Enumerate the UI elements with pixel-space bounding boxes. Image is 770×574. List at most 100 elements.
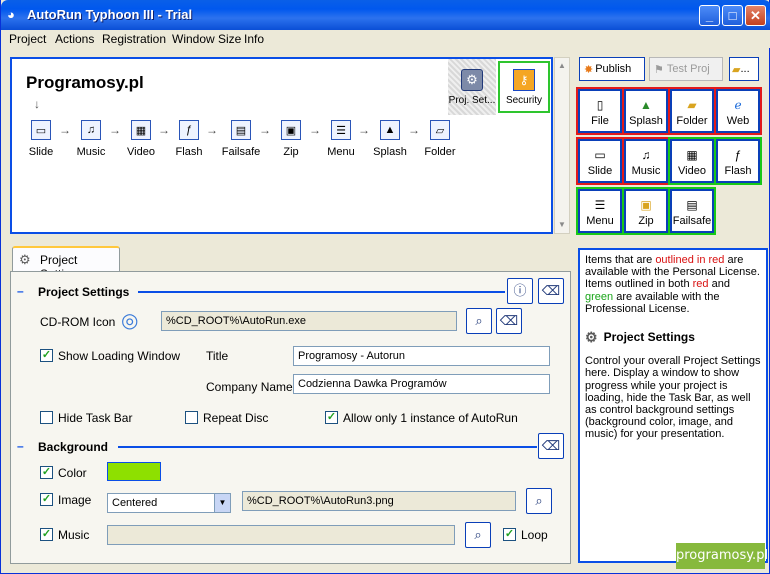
gear-icon: ⚙	[585, 329, 598, 346]
publish-button[interactable]: ✸ Publish	[579, 57, 645, 81]
magnifier-icon: ⌕	[474, 527, 482, 542]
gear-icon: ⚙	[461, 69, 483, 91]
loop-label: Loop	[521, 528, 548, 542]
chevron-down-icon[interactable]: ▼	[214, 494, 230, 512]
watermark: programosy.pl	[676, 543, 768, 569]
splash-icon: ▲	[640, 98, 652, 112]
security-node[interactable]: ⚷ Security	[498, 61, 550, 113]
music-path-field[interactable]	[107, 525, 455, 545]
video-icon: ▦	[131, 120, 151, 140]
image-mode-select[interactable]: Centered ▼	[107, 493, 231, 513]
repeat-disc-label: Repeat Disc	[203, 411, 269, 425]
info-button[interactable]: ⓘ	[507, 278, 533, 304]
tab-project-settings[interactable]: ⚙ Project Settings	[12, 246, 120, 281]
app-window: ◕ AutoRun Typhoon III - Trial _ □ ✕ Proj…	[0, 0, 770, 574]
app-icon: ◕	[7, 7, 15, 22]
failsafe-icon: ▤	[231, 120, 251, 140]
info-icon: ⓘ	[513, 283, 527, 298]
flow-scrollbar[interactable]: ▲ ▼	[554, 57, 570, 234]
flash-icon: ƒ	[179, 120, 199, 140]
section-divider	[118, 446, 537, 448]
failsafe-icon: ▤	[686, 198, 698, 212]
allow-one-instance-checkbox[interactable]: ✓	[325, 411, 338, 424]
close-button[interactable]: ✕	[745, 5, 766, 26]
eraser-icon: ⌫	[541, 438, 561, 453]
menu-project[interactable]: Project	[9, 32, 46, 46]
test-project-button[interactable]: ⚑ Test Proj	[649, 57, 723, 81]
reset-button[interactable]: ⌫	[538, 278, 564, 304]
slide-icon: ▭	[31, 120, 51, 140]
cdrom-icon-field[interactable]: %CD_ROOT%\AutoRun.exe	[161, 311, 457, 331]
eraser-icon: ⌫	[541, 283, 561, 298]
palette-failsafe[interactable]: ▤ Failsafe	[668, 187, 716, 235]
window-title: AutoRun Typhoon III - Trial	[27, 7, 193, 22]
color-checkbox[interactable]: ✓	[40, 466, 53, 479]
zip-icon: ▣	[640, 198, 652, 212]
palette-splash[interactable]: ▲ Splash	[622, 87, 670, 135]
publish-icon: ✸	[584, 63, 594, 76]
palette-menu[interactable]: ☰ Menu	[576, 187, 624, 235]
image-checkbox[interactable]: ✓	[40, 493, 53, 506]
loop-checkbox[interactable]: ✓	[503, 528, 516, 541]
image-path-field[interactable]: %CD_ROOT%\AutoRun3.png	[242, 491, 516, 511]
menu-window-size[interactable]: Window Size	[172, 32, 241, 46]
repeat-disc-checkbox[interactable]	[185, 411, 198, 424]
menu-actions[interactable]: Actions	[55, 32, 94, 46]
palette-zip[interactable]: ▣ Zip	[622, 187, 670, 235]
maximize-button[interactable]: □	[722, 5, 743, 26]
cd-icon: ◎	[121, 310, 139, 332]
hide-taskbar-checkbox[interactable]	[40, 411, 53, 424]
section-dash: –	[17, 284, 24, 298]
music-label: Music	[58, 528, 90, 542]
show-loading-label: Show Loading Window	[58, 349, 181, 363]
video-icon: ▦	[686, 148, 698, 162]
palette-slide[interactable]: ▭ Slide	[576, 137, 624, 185]
menu-registration[interactable]: Registration	[102, 32, 166, 46]
palette-web[interactable]: ℯ Web	[714, 87, 762, 135]
gear-icon: ⚙	[19, 252, 31, 267]
folder-icon: ▱	[430, 120, 450, 140]
help-panel: Items that are outlined in red are avail…	[578, 248, 768, 563]
clear-cdrom-button[interactable]: ⌫	[496, 308, 522, 334]
open-folder-button[interactable]: ▰...	[729, 57, 759, 81]
section-divider	[138, 291, 505, 293]
license-note: Items that are outlined in red are avail…	[585, 254, 760, 315]
menu-info[interactable]: Info	[244, 32, 264, 46]
section-title-background: Background	[38, 440, 109, 454]
palette-file[interactable]: ▯ File	[576, 87, 624, 135]
title-input[interactable]: Programosy - Autorun	[293, 346, 550, 366]
company-name-input[interactable]: Codzienna Dawka Programów	[293, 374, 550, 394]
section-title-project-settings: Project Settings	[38, 285, 130, 299]
palette-music[interactable]: ♫ Music	[622, 137, 670, 185]
browse-cdrom-button[interactable]: ⌕	[466, 308, 492, 334]
browse-image-button[interactable]: ⌕	[526, 488, 552, 514]
flow-title: Programosy.pl	[26, 73, 144, 92]
scroll-down-icon[interactable]: ▼	[555, 218, 569, 232]
file-icon: ▯	[596, 98, 604, 112]
palette-video[interactable]: ▦ Video	[668, 137, 716, 185]
background-reset-button[interactable]: ⌫	[538, 433, 564, 459]
project-flow-canvas: Programosy.pl ↓ ▭ Slide → ♫ Music → ▦ Video…	[10, 57, 553, 234]
background-color-swatch[interactable]	[107, 462, 161, 481]
title-label: Title	[206, 349, 229, 363]
cdrom-icon-label: CD-ROM Icon	[40, 315, 116, 329]
slide-icon: ▭	[594, 148, 606, 162]
magnifier-icon: ⌕	[475, 313, 483, 328]
scroll-up-icon[interactable]: ▲	[555, 59, 569, 73]
music-checkbox[interactable]: ✓	[40, 528, 53, 541]
minimize-button[interactable]: _	[699, 5, 720, 26]
web-icon: ℯ	[734, 98, 742, 112]
folder-icon: ▰	[687, 98, 697, 112]
palette-flash[interactable]: ƒ Flash	[714, 137, 762, 185]
browse-music-button[interactable]: ⌕	[465, 522, 491, 548]
help-text: Control your overall Project Settings he…	[585, 355, 761, 441]
menu-icon: ☰	[331, 120, 351, 140]
flash-icon: ƒ	[734, 148, 742, 162]
show-loading-checkbox[interactable]: ✓	[40, 349, 53, 362]
key-icon: ⚷	[513, 69, 535, 91]
folder-open-icon: ▰	[732, 63, 741, 76]
palette-folder[interactable]: ▰ Folder	[668, 87, 716, 135]
flow-item-folder[interactable]: ▱ Folder	[415, 120, 465, 158]
proj-settings-node[interactable]: ⚙ Proj. Set...	[448, 59, 496, 115]
music-icon: ♫	[81, 120, 101, 140]
